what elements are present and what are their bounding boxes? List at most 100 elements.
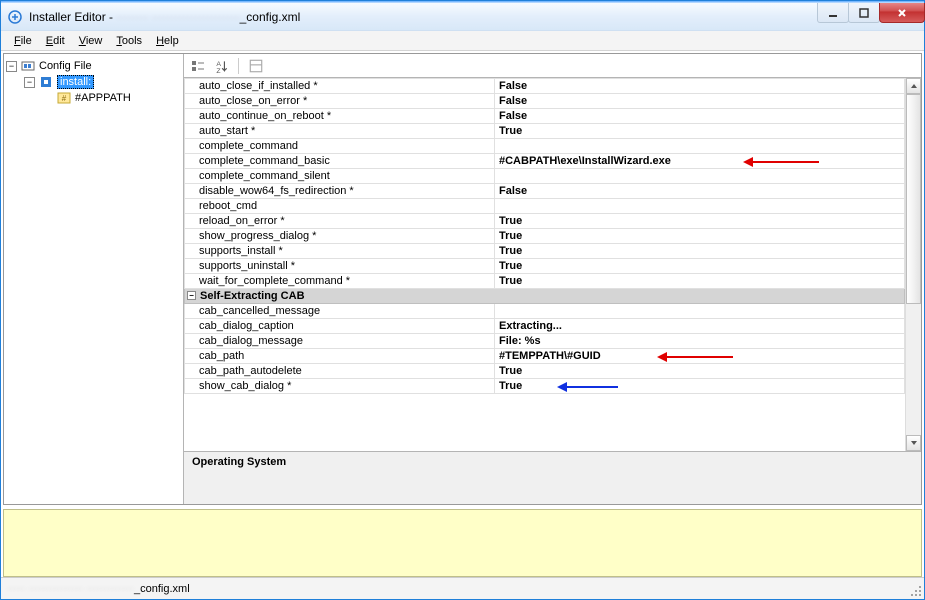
property-key[interactable]: auto_continue_on_reboot * [185,109,495,124]
window-title: Installer Editor - ········ ············… [29,10,300,24]
menu-help[interactable]: Help [149,33,186,49]
property-value[interactable]: Extracting... [495,319,905,334]
property-key[interactable]: supports_install * [185,244,495,259]
maximize-button[interactable] [848,3,880,23]
property-key[interactable]: show_progress_dialog * [185,229,495,244]
property-key[interactable]: auto_close_on_error * [185,94,495,109]
property-key[interactable]: cab_path [185,349,495,364]
scroll-up-icon[interactable] [906,78,921,94]
menu-edit[interactable]: Edit [39,33,72,49]
property-key[interactable]: reload_on_error * [185,214,495,229]
property-value[interactable]: False [495,184,905,199]
table-row[interactable]: supports_install *True [185,244,905,259]
table-row[interactable]: reload_on_error *True [185,214,905,229]
menubar: File Edit View Tools Help [1,31,924,51]
property-key[interactable]: auto_start * [185,124,495,139]
property-value[interactable]: True [495,214,905,229]
table-row[interactable]: show_cab_dialog *True [185,379,905,394]
expand-icon[interactable]: − [6,61,17,72]
close-button[interactable] [879,3,925,23]
property-value[interactable]: True [495,244,905,259]
table-row[interactable]: disable_wow64_fs_redirection *False [185,184,905,199]
property-key[interactable]: cab_path_autodelete [185,364,495,379]
statusbar: ····· ··············· ············· _con… [1,577,924,599]
property-key[interactable]: wait_for_complete_command * [185,274,495,289]
menu-view[interactable]: View [72,33,110,49]
table-row[interactable]: cab_dialog_captionExtracting... [185,319,905,334]
table-row[interactable]: cab_dialog_messageFile: %s [185,334,905,349]
var-icon: # [56,90,72,106]
property-value[interactable]: #TEMPPATH\#GUID [495,349,905,364]
categorized-button[interactable] [190,57,206,75]
property-key[interactable]: disable_wow64_fs_redirection * [185,184,495,199]
property-panel: AZ auto_close_if_installed *Falseauto_cl… [184,54,921,504]
table-row[interactable]: complete_command_basic#CABPATH\exe\Insta… [185,154,905,169]
property-key[interactable]: complete_command_basic [185,154,495,169]
tree-root[interactable]: − Config File [6,58,181,74]
table-row[interactable]: auto_close_if_installed *False [185,79,905,94]
config-icon [20,58,36,74]
property-key[interactable]: complete_command [185,139,495,154]
property-value[interactable]: True [495,379,905,394]
collapse-icon[interactable]: − [187,291,196,300]
vertical-scrollbar[interactable] [905,78,921,451]
scroll-thumb[interactable] [906,94,921,304]
property-value[interactable]: True [495,124,905,139]
property-value[interactable] [495,139,905,154]
property-value[interactable]: True [495,259,905,274]
table-row[interactable]: auto_continue_on_reboot *False [185,109,905,124]
property-value[interactable]: True [495,274,905,289]
tree-install[interactable]: − install: [6,74,181,90]
description-title: Operating System [192,456,286,468]
property-table: auto_close_if_installed *Falseauto_close… [184,78,905,394]
section-header[interactable]: −Self-Extracting CAB [185,289,905,304]
scroll-down-icon[interactable] [906,435,921,451]
menu-file[interactable]: File [7,33,39,49]
app-window: Installer Editor - ········ ············… [0,0,925,600]
alphabetical-button[interactable]: AZ [212,57,230,75]
property-key[interactable]: show_cab_dialog * [185,379,495,394]
resize-grip-icon[interactable] [908,583,922,597]
property-key[interactable]: reboot_cmd [185,199,495,214]
property-value[interactable]: False [495,94,905,109]
tree-apppath-label: #APPPATH [75,92,131,104]
property-value[interactable] [495,199,905,214]
property-value[interactable]: False [495,79,905,94]
tree-apppath[interactable]: # #APPPATH [6,90,181,106]
minimize-button[interactable] [817,3,849,23]
property-value[interactable]: False [495,109,905,124]
table-row[interactable]: cab_path#TEMPPATH\#GUID [185,349,905,364]
property-value[interactable]: True [495,364,905,379]
property-pages-button[interactable] [247,57,265,75]
table-row[interactable]: show_progress_dialog *True [185,229,905,244]
table-row[interactable]: complete_command_silent [185,169,905,184]
table-row[interactable]: cab_cancelled_message [185,304,905,319]
blue-arrow-annotation [555,380,620,394]
table-row[interactable]: auto_start *True [185,124,905,139]
table-row[interactable]: cab_path_autodeleteTrue [185,364,905,379]
property-key[interactable]: complete_command_silent [185,169,495,184]
property-key[interactable]: cab_cancelled_message [185,304,495,319]
property-value[interactable]: File: %s [495,334,905,349]
property-key[interactable]: cab_dialog_message [185,334,495,349]
table-row[interactable]: wait_for_complete_command *True [185,274,905,289]
property-key[interactable]: auto_close_if_installed * [185,79,495,94]
table-row[interactable]: reboot_cmd [185,199,905,214]
property-value[interactable] [495,304,905,319]
menu-tools[interactable]: Tools [109,33,149,49]
table-row[interactable]: complete_command [185,139,905,154]
table-row[interactable]: −Self-Extracting CAB [185,289,905,304]
property-value[interactable] [495,169,905,184]
window-controls [817,3,924,23]
property-key[interactable]: supports_uninstall * [185,259,495,274]
status-path-suffix: _config.xml [134,583,190,595]
table-row[interactable]: auto_close_on_error *False [185,94,905,109]
property-value[interactable]: #CABPATH\exe\InstallWizard.exe [495,154,905,169]
tree-panel: − Config File − install: # #APPPATH [4,54,184,504]
status-path-blur: ····· ··············· ············· [7,583,134,595]
toolbar-divider [238,58,239,74]
expand-icon[interactable]: − [24,77,35,88]
table-row[interactable]: supports_uninstall *True [185,259,905,274]
property-value[interactable]: True [495,229,905,244]
property-key[interactable]: cab_dialog_caption [185,319,495,334]
